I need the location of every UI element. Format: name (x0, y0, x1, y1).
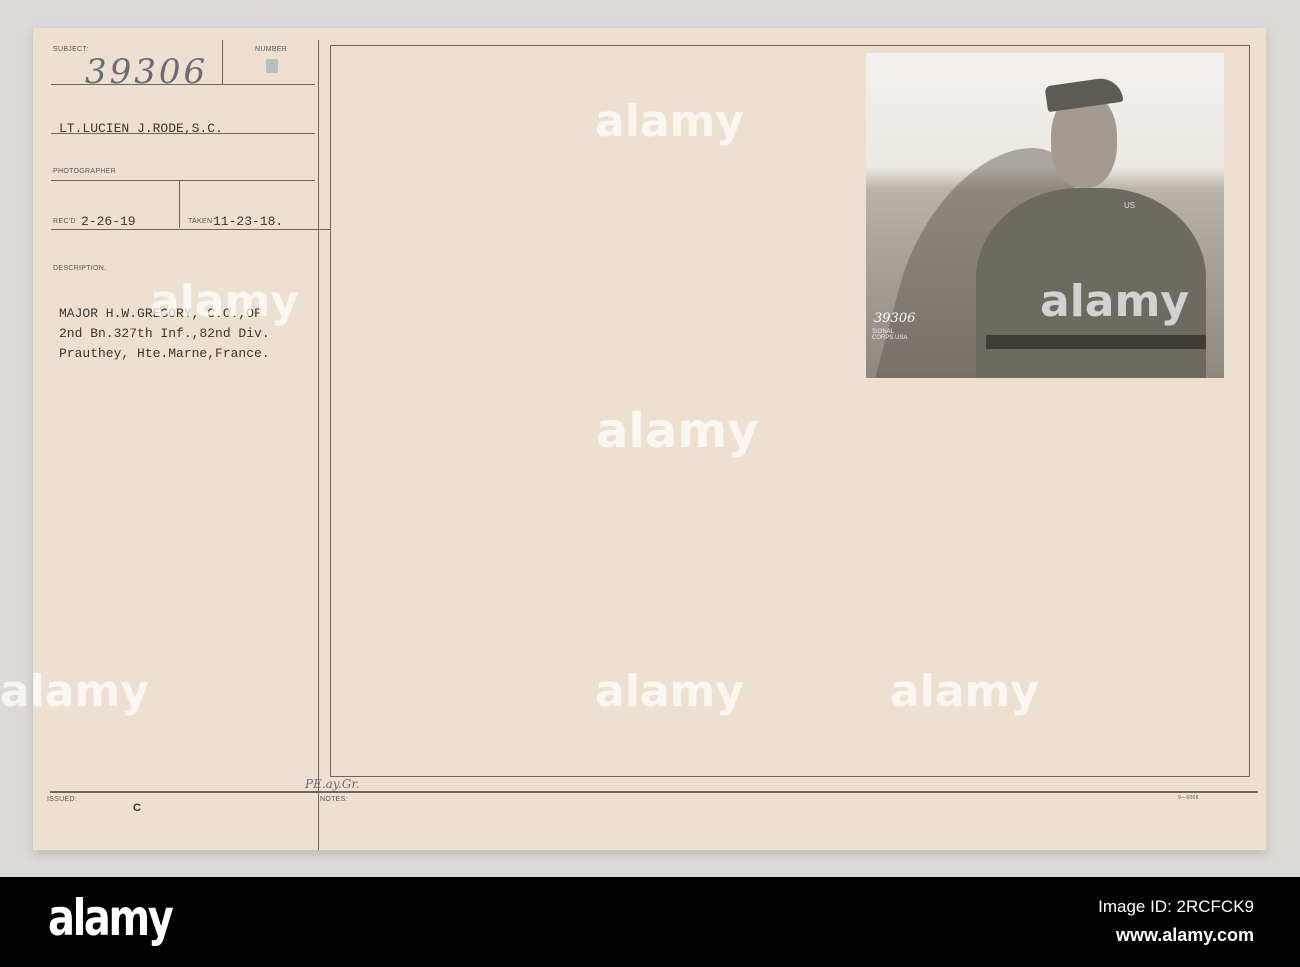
watermark: alamy (0, 666, 149, 717)
notes-label: NOTES: (320, 796, 348, 803)
notes-handwritten: PE.ay.Gr. (305, 777, 360, 791)
photographer-label: PHOTOGRAPHER (53, 168, 116, 175)
description-line: Prauthey, Hte.Marne,France. (59, 346, 270, 361)
taken-label: TAKEN (188, 218, 213, 225)
number-stamp (266, 59, 278, 73)
issued-label: ISSUED: (47, 796, 78, 803)
footer-band: alamy Image ID: 2RCFCK9 www.alamy.com (0, 877, 1300, 967)
form-number: 9—5008 (1178, 795, 1199, 801)
image-id: Image ID: 2RCFCK9 (1098, 897, 1254, 916)
garrison-cap (1044, 75, 1124, 113)
description-label: DESCRIPTION. (53, 265, 107, 272)
belt (986, 335, 1206, 349)
description-line: 2nd Bn.327th Inf.,82nd Div. (59, 326, 270, 341)
watermark: alamy (596, 403, 759, 459)
soldier-photo: US 39306 SIGNAL CORPS USA (866, 53, 1224, 378)
signal-corps-stamp: SIGNAL CORPS USA (872, 329, 908, 341)
subject-label: SUBJECT: (53, 46, 89, 53)
number-label: NUMBER (255, 46, 288, 53)
watermark: alamy (1040, 276, 1189, 327)
taken-date: 11-23-18. (213, 214, 284, 229)
watermark: alamy (150, 276, 299, 327)
website-url[interactable]: www.alamy.com (1116, 925, 1254, 946)
recd-label: REC'D (53, 218, 76, 225)
alamy-logo: alamy (48, 889, 174, 947)
issued-value: C (133, 802, 141, 814)
watermark: alamy (595, 96, 744, 147)
watermark: alamy (890, 666, 1039, 717)
collar-text: US (1124, 201, 1136, 210)
watermark: alamy (595, 666, 744, 717)
subject-number: 39306 (85, 52, 209, 92)
recd-date: 2-26-19 (81, 214, 136, 229)
stamp-number: 39306 (874, 311, 916, 326)
